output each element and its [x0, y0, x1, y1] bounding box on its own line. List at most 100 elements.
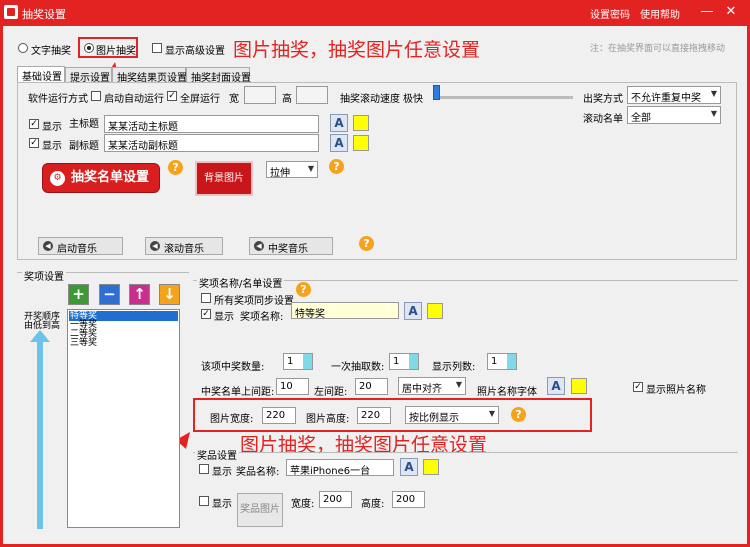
add-prize-button[interactable]: +	[68, 284, 89, 305]
run-mode-label: 软件运行方式	[28, 94, 88, 105]
sub-title-font-button[interactable]: A	[330, 134, 348, 152]
award-image-show-checkbox[interactable]	[199, 496, 209, 506]
left-margin-label: 左间距:	[314, 387, 348, 398]
spin-buttons[interactable]	[507, 354, 516, 369]
lottery-icon: ⚙	[50, 171, 65, 186]
spin-buttons[interactable]	[303, 354, 312, 369]
main-title-input[interactable]: 某某活动主标题	[104, 115, 319, 133]
background-help-icon[interactable]: ?	[329, 159, 344, 174]
auto-run-checkbox[interactable]	[91, 91, 101, 101]
speed-slider-thumb[interactable]	[433, 85, 440, 100]
main-title-color-button[interactable]	[353, 115, 369, 131]
remove-prize-button[interactable]: −	[99, 284, 120, 305]
top-margin-input[interactable]: 10	[276, 378, 309, 395]
scroll-music-button[interactable]: ◀ 滚动音乐	[145, 237, 223, 255]
award-name-color-button[interactable]	[423, 459, 439, 475]
sub-title-show-label: 显示	[42, 141, 62, 152]
fullscreen-label[interactable]: 全屏运行	[180, 90, 220, 105]
width-label: 宽	[229, 94, 239, 105]
columns-value: 1	[491, 356, 498, 367]
photo-font-button[interactable]: A	[547, 377, 565, 395]
main-title-font-button[interactable]: A	[330, 114, 348, 132]
award-name-input[interactable]: 苹果iPhone6一台	[286, 459, 394, 476]
left-margin-input[interactable]: 20	[355, 378, 388, 395]
win-music-label: 中奖音乐	[268, 244, 308, 255]
align-select[interactable]: 居中对齐 ▼	[398, 377, 466, 395]
start-music-label: 启动音乐	[57, 244, 97, 255]
award-name-show-checkbox[interactable]	[199, 464, 209, 474]
award-name-font-button[interactable]: A	[400, 458, 418, 476]
scroll-list-label: 滚动名单	[583, 114, 623, 125]
tab-prompt[interactable]: 提示设置	[65, 67, 112, 84]
order-arrow-up-icon	[30, 330, 50, 342]
award-width-input[interactable]: 200	[319, 491, 352, 508]
image-height-label: 图片高度:	[306, 414, 350, 425]
auto-run-label[interactable]: 启动自动运行	[104, 90, 164, 105]
award-section-title: 奖品设置	[195, 447, 239, 462]
image-size-help-icon[interactable]: ?	[511, 407, 526, 422]
stretch-select[interactable]: 拉伸 ▼	[266, 161, 318, 179]
columns-label: 显示列数:	[432, 362, 476, 373]
tab-basic[interactable]: 基础设置	[17, 66, 65, 83]
chevron-down-icon: ▼	[488, 409, 495, 418]
fullscreen-checkbox[interactable]: ✓	[167, 91, 177, 101]
chevron-down-icon: ▼	[710, 89, 717, 98]
scroll-list-select[interactable]: 全部 ▼	[627, 106, 721, 124]
scale-mode-select[interactable]: 按比例显示 ▼	[405, 406, 499, 424]
tab-result-page[interactable]: 抽奖结果页设置	[112, 67, 187, 84]
chevron-down-icon: ▼	[710, 109, 717, 118]
image-height-input[interactable]: 220	[357, 407, 391, 424]
photo-font-label: 照片名称字体	[477, 387, 537, 398]
win-music-button[interactable]: ◀ 中奖音乐	[249, 237, 333, 255]
prize-name-font-button[interactable]: A	[404, 302, 422, 320]
tab-cover[interactable]: 抽奖封面设置	[186, 67, 251, 84]
prize-section-title: 奖项设置	[22, 268, 66, 283]
sub-title-input[interactable]: 某某活动副标题	[104, 134, 319, 152]
move-down-button[interactable]: ↓	[159, 284, 180, 305]
draw-mode-label: 出奖方式	[583, 94, 623, 105]
height-input[interactable]	[296, 86, 328, 104]
winner-count-input[interactable]: 1	[283, 353, 313, 370]
draw-mode-select[interactable]: 不允许重复中奖 ▼	[627, 86, 721, 104]
sub-title-color-button[interactable]	[353, 135, 369, 151]
prize-list-item[interactable]: 三等奖	[70, 338, 97, 348]
main-title-show-label: 显示	[42, 122, 62, 133]
list-help-icon[interactable]: ?	[168, 160, 183, 175]
width-input[interactable]	[244, 86, 276, 104]
prize-name-input[interactable]: 特等奖	[291, 302, 399, 319]
award-image-button[interactable]: 奖品图片	[237, 493, 283, 527]
sub-title-show-checkbox[interactable]: ✓	[29, 138, 39, 148]
speed-label: 抽奖滚动速度	[340, 94, 400, 105]
award-name-show-label: 显示	[212, 467, 232, 478]
spin-buttons[interactable]	[409, 354, 418, 369]
sync-all-checkbox[interactable]	[201, 293, 211, 303]
image-width-input[interactable]: 220	[262, 407, 296, 424]
prize-name-show-checkbox[interactable]: ✓	[201, 309, 211, 319]
music-help-icon[interactable]: ?	[359, 236, 374, 251]
scroll-list-value: 全部	[631, 113, 651, 124]
main-title-label: 主标题	[69, 119, 99, 130]
lottery-list-button[interactable]: ⚙ 抽奖名单设置	[42, 163, 160, 193]
move-up-button[interactable]: ↑	[129, 284, 150, 305]
award-group-border	[193, 452, 738, 453]
per-draw-input[interactable]: 1	[389, 353, 419, 370]
background-image-button[interactable]: 背景图片	[195, 161, 253, 196]
winner-count-value: 1	[287, 356, 294, 367]
award-image-show-label: 显示	[212, 499, 232, 510]
show-photo-name-label[interactable]: 显示照片名称	[646, 381, 706, 396]
order-arrow-shaft	[37, 333, 43, 529]
speed-slider-track[interactable]	[433, 96, 573, 99]
start-music-button[interactable]: ◀ 启动音乐	[38, 237, 123, 255]
columns-input[interactable]: 1	[487, 353, 517, 370]
chevron-down-icon: ▼	[307, 164, 314, 173]
scroll-music-label: 滚动音乐	[164, 244, 204, 255]
main-title-show-checkbox[interactable]: ✓	[29, 119, 39, 129]
photo-color-button[interactable]	[571, 378, 587, 394]
prize-list[interactable]: 特等奖 一等奖 二等奖 三等奖	[67, 309, 180, 528]
award-height-input[interactable]: 200	[392, 491, 425, 508]
prize-name-color-button[interactable]	[427, 303, 443, 319]
award-name-label: 奖品名称:	[236, 467, 280, 478]
show-photo-name-checkbox[interactable]: ✓	[633, 382, 643, 392]
prize-name-help-icon[interactable]: ?	[296, 282, 311, 297]
sync-all-label[interactable]: 所有奖项同步设置	[214, 292, 294, 307]
